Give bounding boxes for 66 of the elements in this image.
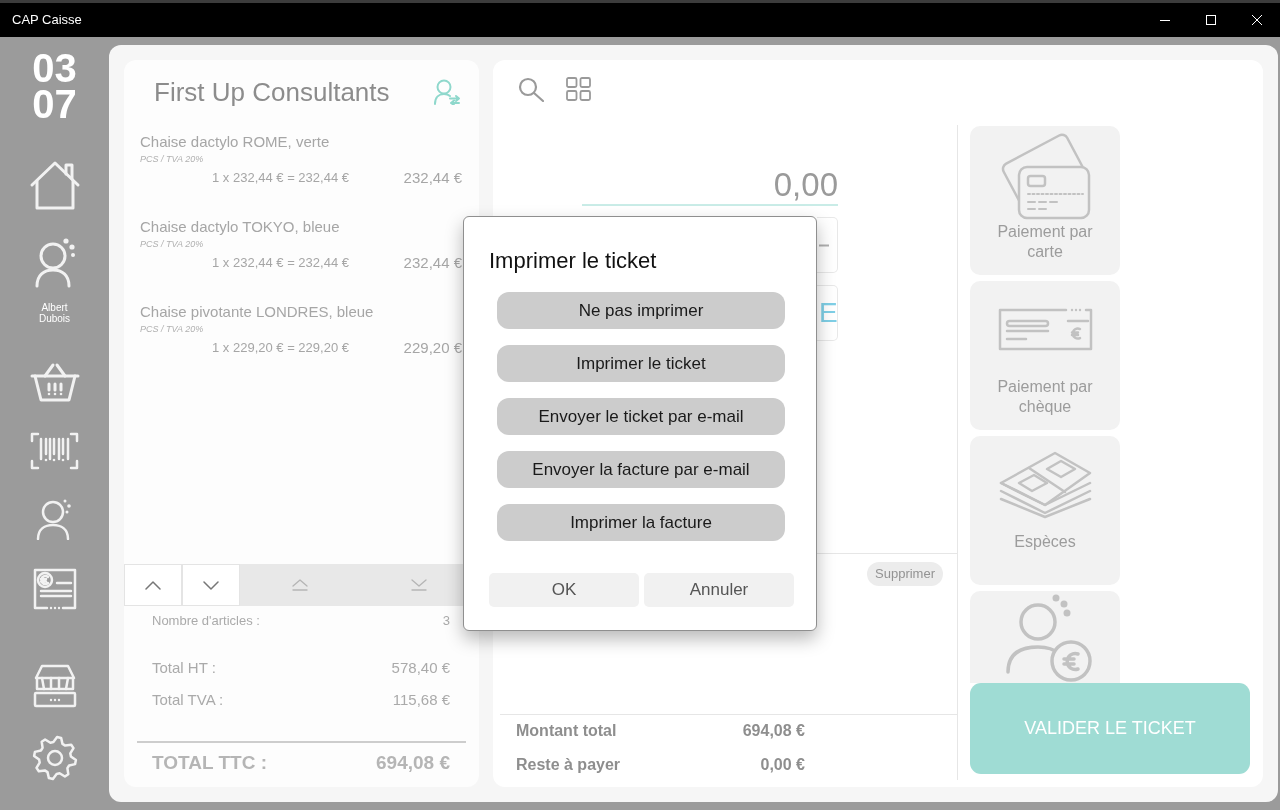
maximize-icon: [1206, 15, 1216, 25]
line-calculation: 1 x 232,44 € = 232,44 €: [212, 254, 349, 272]
total-value: 115,68 €: [392, 690, 450, 710]
print-option-button[interactable]: Ne pas imprimer: [497, 292, 785, 329]
dialog-title: Imprimer le ticket: [489, 247, 657, 275]
date-text: 03: [32, 50, 77, 86]
item-count-value: 3: [442, 613, 450, 629]
payment-total-value: 694,08 €: [742, 721, 805, 741]
grand-total-label: TOTAL TTC :: [152, 751, 268, 775]
date-text: 07: [32, 86, 77, 122]
payment-total-label: Montant total: [516, 721, 617, 741]
search-icon[interactable]: [518, 76, 544, 102]
delete-button[interactable]: Supprimer: [867, 562, 943, 586]
payment-method-tile[interactable]: Paiement par chèque: [970, 281, 1120, 430]
chevron-line-down-icon[interactable]: [411, 579, 428, 591]
unit-tax-label: PCS / TVA 20%: [140, 323, 205, 335]
item-count-label: Nombre d'articles :: [152, 613, 260, 629]
print-option-button[interactable]: Envoyer la facture par e-mail: [497, 451, 785, 488]
payment-total-label: Reste à payer: [516, 755, 621, 775]
ok-button[interactable]: OK: [489, 573, 639, 607]
user-swap-icon[interactable]: [433, 79, 461, 105]
unit-tax-label: PCS / TVA 20%: [140, 238, 205, 250]
total-label: Total TVA :: [152, 690, 224, 710]
customer-name: First Up Consultants: [154, 76, 390, 108]
window-title: CAP Caisse: [12, 12, 82, 28]
cash-icon: [998, 449, 1092, 519]
payment-method-tile[interactable]: Paiement par carte: [970, 126, 1120, 275]
keypad-key[interactable]: E: [817, 285, 838, 341]
payment-method-tile[interactable]: Espèces: [970, 436, 1120, 585]
product-name[interactable]: Chaise dactylo ROME, verte: [140, 133, 462, 151]
print-option-button[interactable]: Imprimer le ticket: [497, 345, 785, 382]
payment-method-tile[interactable]: [970, 591, 1120, 683]
cash-register-icon[interactable]: [32, 664, 77, 708]
line-calculation: 1 x 229,20 € = 229,20 €: [212, 339, 349, 357]
line-amount: 232,44 €: [403, 169, 462, 187]
payment-total-value: 0,00 €: [760, 755, 805, 775]
line-amount: 232,44 €: [403, 254, 462, 272]
close-icon: [1252, 15, 1262, 25]
home-icon[interactable]: [28, 160, 81, 211]
total-label: Total HT :: [152, 658, 216, 678]
chevron-down-icon: [203, 580, 219, 590]
product-name[interactable]: Chaise dactylo TOKYO, bleue: [140, 218, 462, 236]
keypad-key[interactable]: [817, 217, 838, 273]
grand-total-value: 694,08 €: [376, 751, 450, 775]
chevron-line-up-icon[interactable]: [291, 579, 308, 591]
minus-icon: [819, 243, 829, 247]
scroll-up-button[interactable]: [124, 564, 182, 606]
total-value: 578,40 €: [391, 658, 450, 678]
scroll-down-button[interactable]: [182, 564, 240, 606]
grid-icon[interactable]: [566, 77, 591, 101]
line-amount: 229,20 €: [403, 339, 462, 357]
product-name[interactable]: Chaise pivotante LONDRES, bleue: [140, 303, 462, 321]
euro-document-icon[interactable]: [32, 568, 77, 610]
validate-button[interactable]: VALIDER LE TICKET: [970, 683, 1250, 774]
settings-icon[interactable]: [31, 735, 78, 781]
amount-field[interactable]: 0,00: [582, 166, 838, 206]
basket-icon[interactable]: [29, 362, 80, 402]
print-option-button[interactable]: Envoyer le ticket par e-mail: [497, 398, 785, 435]
chevron-up-icon: [145, 580, 161, 590]
line-calculation: 1 x 232,44 € = 232,44 €: [212, 169, 349, 187]
barcode-icon[interactable]: [30, 432, 79, 470]
print-option-button[interactable]: Imprimer la facture: [497, 504, 785, 541]
user-name: Albert Dubois: [37, 302, 72, 324]
cancel-button[interactable]: Annuler: [644, 573, 794, 607]
unit-tax-label: PCS / TVA 20%: [140, 153, 205, 165]
cheque-icon: [997, 307, 1093, 351]
